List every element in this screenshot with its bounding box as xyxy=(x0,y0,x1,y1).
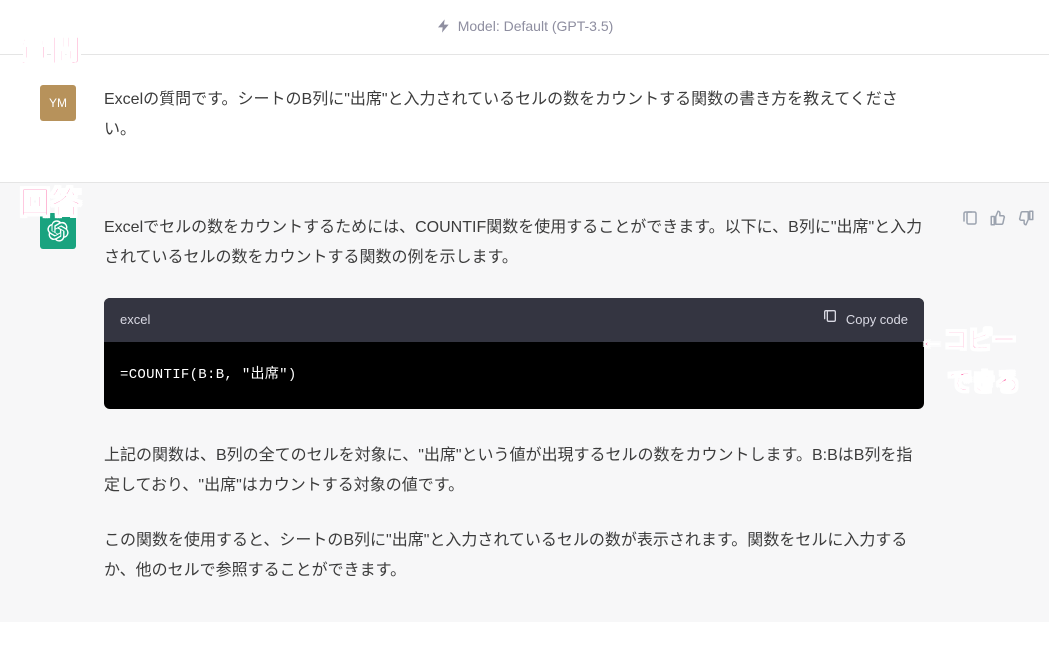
copy-code-button[interactable]: Copy code xyxy=(822,308,908,333)
code-content: =COUNTIF(B:B, "出席") xyxy=(104,342,924,409)
model-label: Model: Default (GPT-3.5) xyxy=(458,18,614,34)
code-header: excel Copy code xyxy=(104,298,924,343)
message-actions xyxy=(961,209,1035,227)
assistant-avatar xyxy=(40,213,76,249)
assistant-message-content: Excelでセルの数をカウントするためには、COUNTIF関数を使用することがで… xyxy=(104,213,924,587)
assistant-paragraph-1: Excelでセルの数をカウントするためには、COUNTIF関数を使用することがで… xyxy=(104,213,924,274)
copy-code-label: Copy code xyxy=(846,308,908,333)
code-block: excel Copy code =COUNTIF(B:B, "出席") xyxy=(104,298,924,409)
user-avatar: YM xyxy=(40,85,76,121)
assistant-message-row: Excelでセルの数をカウントするためには、COUNTIF関数を使用することがで… xyxy=(0,182,1049,623)
assistant-paragraph-2: 上記の関数は、B列の全てのセルを対象に、"出席"という値が出現するセルの数をカウ… xyxy=(104,441,924,502)
user-message-text: Excelの質問です。シートのB列に"出席"と入力されているセルの数をカウントす… xyxy=(104,85,924,146)
user-avatar-text: YM xyxy=(49,96,67,110)
user-message-content: Excelの質問です。シートのB列に"出席"と入力されているセルの数をカウントす… xyxy=(104,85,924,146)
thumbs-down-button[interactable] xyxy=(1017,209,1035,227)
code-language-label: excel xyxy=(120,308,150,333)
copy-message-button[interactable] xyxy=(961,209,979,227)
bolt-icon xyxy=(436,18,452,34)
thumbs-up-button[interactable] xyxy=(989,209,1007,227)
assistant-paragraph-3: この関数を使用すると、シートのB列に"出席"と入力されているセルの数が表示されま… xyxy=(104,526,924,587)
model-indicator: Model: Default (GPT-3.5) xyxy=(0,0,1049,55)
clipboard-icon xyxy=(822,308,838,333)
user-message-row: YM Excelの質問です。シートのB列に"出席"と入力されているセルの数をカウ… xyxy=(0,55,1049,182)
